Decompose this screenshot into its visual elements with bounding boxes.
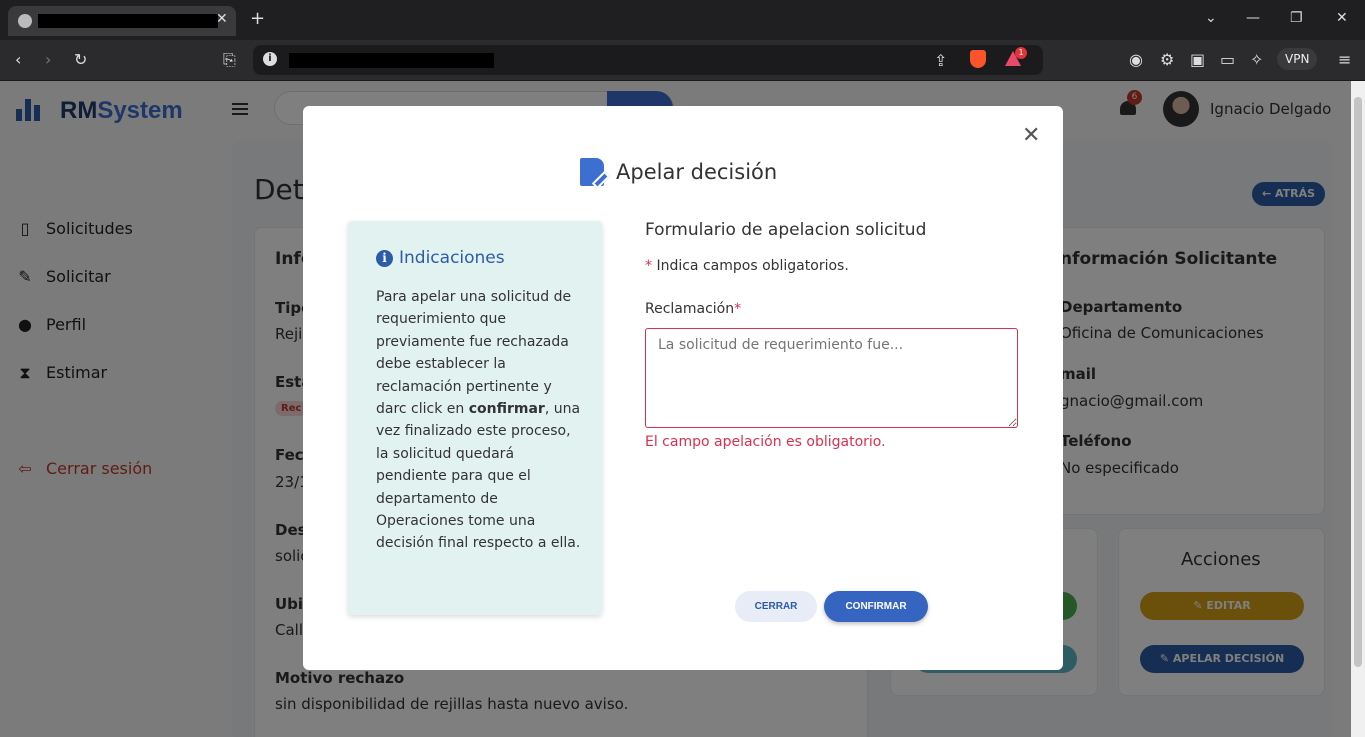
menu-icon[interactable]: ≡: [1338, 50, 1351, 69]
error-message: El campo apelación es obligatorio.: [645, 434, 886, 450]
browser-tabbar: ✕ + ⌄ — ❐ ✕: [0, 0, 1365, 40]
modal-header: Apelar decisión: [580, 158, 777, 186]
extensions-icon[interactable]: ⚙: [1160, 50, 1174, 69]
required-note: * Indica campos obligatorios.: [645, 258, 849, 274]
form-title: Formulario de apelacion solicitud: [645, 220, 927, 240]
share-icon[interactable]: ⇪: [934, 51, 947, 70]
address-bar[interactable]: i ⇪: [253, 45, 1043, 75]
required-star: *: [734, 301, 742, 317]
reclamacion-textarea[interactable]: [645, 328, 1018, 428]
minimize-icon[interactable]: —: [1246, 10, 1260, 26]
restore-icon[interactable]: ❐: [1290, 10, 1303, 26]
tab-search-icon[interactable]: ⌄: [1205, 10, 1217, 26]
indicaciones-panel: i Indicaciones Para apelar una solicitud…: [348, 221, 602, 615]
confirmar-emphasis: confirmar: [468, 401, 545, 418]
info-icon: i: [376, 249, 393, 267]
bookmark-icon[interactable]: ⎘: [223, 50, 236, 70]
browser-tab[interactable]: ✕: [8, 6, 236, 36]
forward-icon[interactable]: ›: [45, 50, 51, 69]
reload-icon[interactable]: ↻: [74, 50, 87, 69]
close-tab-icon[interactable]: ✕: [216, 11, 228, 27]
site-info-icon[interactable]: i: [263, 52, 277, 66]
confirmar-button[interactable]: CONFIRMAR: [824, 591, 928, 622]
required-star: *: [645, 258, 652, 274]
browser-toolbar: ‹ › ↻ ⎘ i ⇪ 1 ◉ ⚙ ▣ ▭ ✧ VPN ≡: [0, 40, 1365, 81]
indicaciones-header: i Indicaciones: [376, 248, 505, 268]
redacted-tab-title: [38, 14, 218, 28]
cerrar-button[interactable]: CERRAR: [735, 591, 817, 622]
globe-icon: [18, 14, 32, 28]
back-icon[interactable]: ‹: [15, 50, 21, 69]
brave-shields-icon[interactable]: [970, 50, 986, 68]
apelar-modal: ✕ Apelar decisión i Indicaciones Para ap…: [303, 106, 1063, 670]
indicaciones-title: Indicaciones: [399, 248, 505, 268]
close-window-icon[interactable]: ✕: [1336, 10, 1348, 26]
page-scrollbar[interactable]: [1351, 81, 1365, 737]
modal-title: Apelar decisión: [616, 160, 778, 184]
translate-icon[interactable]: ◉: [1129, 50, 1143, 69]
reclamacion-label: Reclamación*: [645, 301, 742, 317]
new-tab-button[interactable]: +: [250, 8, 265, 29]
rewards-badge: 1: [1015, 47, 1027, 59]
sidebar-toggle-icon[interactable]: ▣: [1190, 50, 1205, 69]
redacted-url: [289, 53, 494, 68]
close-icon[interactable]: ✕: [1022, 125, 1040, 147]
leo-ai-icon[interactable]: ✧: [1250, 50, 1263, 69]
vpn-button[interactable]: VPN: [1277, 48, 1318, 70]
indicaciones-text: Para apelar una solicitud de requerimien…: [376, 289, 581, 552]
wallet-icon[interactable]: ▭: [1220, 50, 1235, 69]
file-edit-icon: [580, 158, 604, 186]
scrollbar-thumb[interactable]: [1354, 97, 1362, 667]
